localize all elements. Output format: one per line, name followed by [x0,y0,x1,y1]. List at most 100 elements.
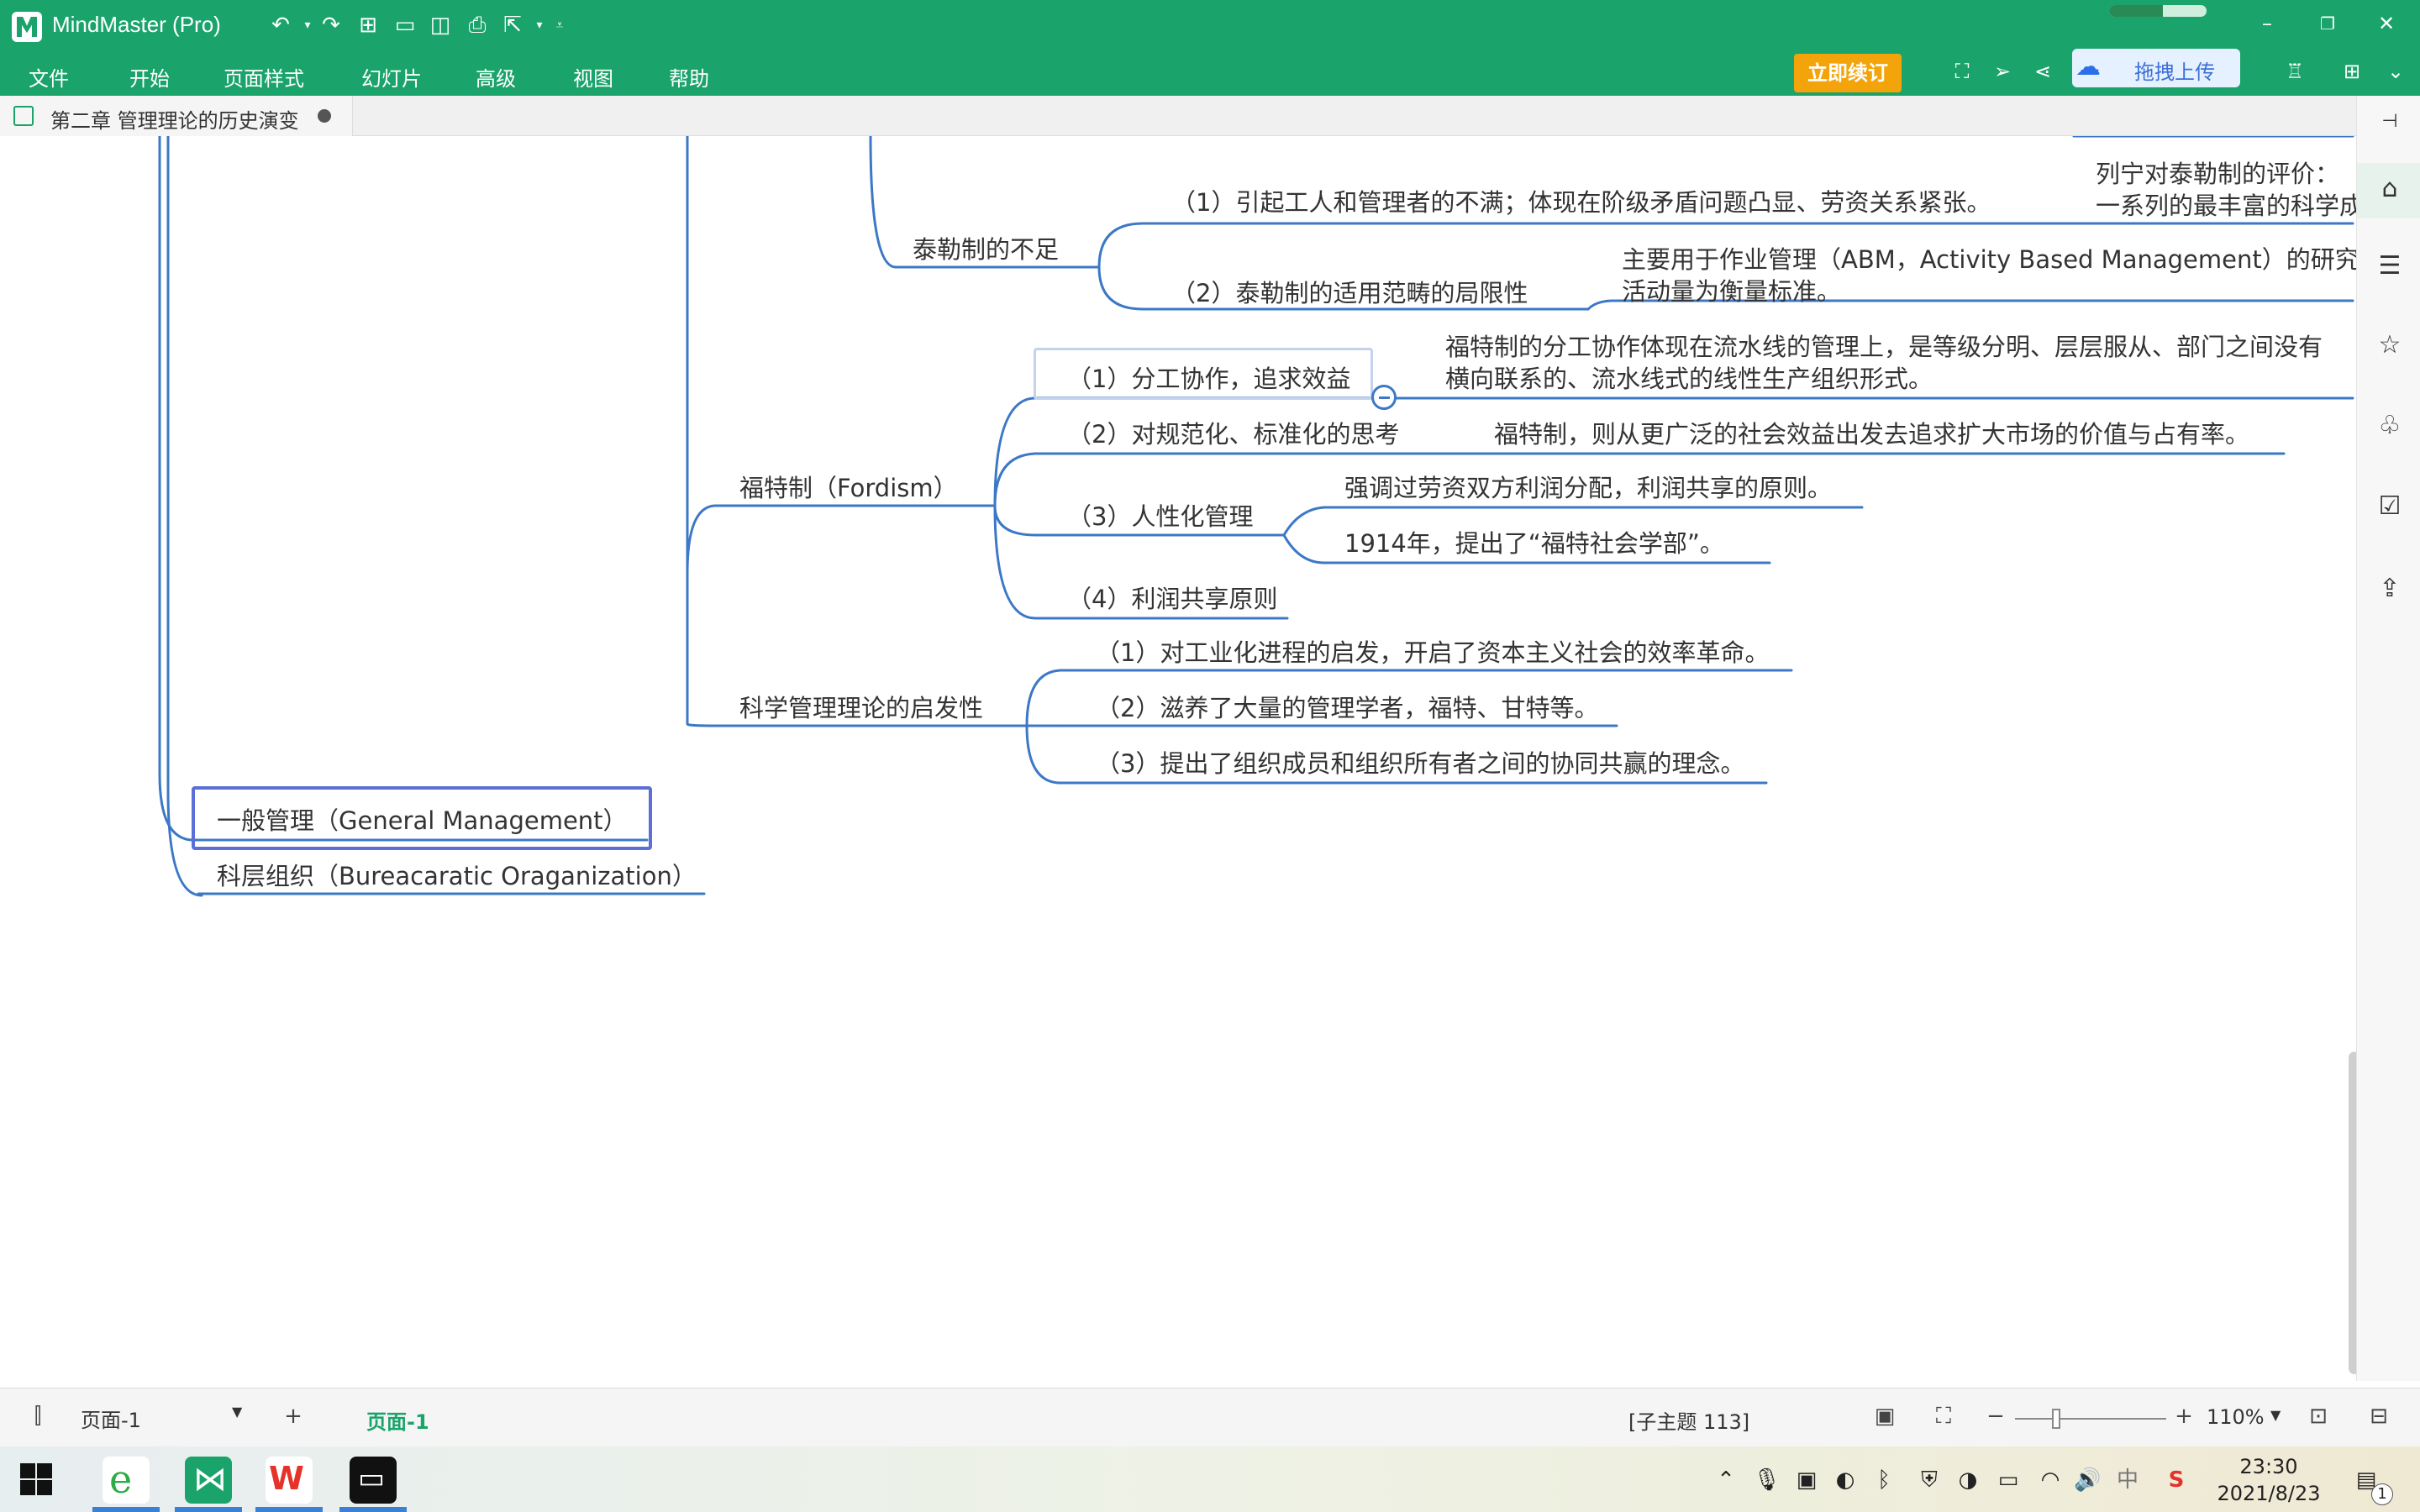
node-fordism-child-2[interactable]: （2）对规范化、标准化的思考 [1067,415,1399,450]
document-tab[interactable]: 第二章 管理理论的历史演变 [0,96,353,136]
outline-list-icon[interactable]: ☰ [2375,252,2404,281]
share-icon[interactable]: ⋖ [2030,59,2055,84]
format-brush-icon[interactable]: ⌂ [2375,175,2404,203]
collapse-ribbon-icon[interactable]: ⌄ [2383,59,2408,84]
send-icon[interactable]: ➢ [1990,59,2015,84]
redo-icon[interactable]: ↷ [318,12,345,39]
zoom-slider[interactable] [2015,1418,2166,1420]
menu-view[interactable]: 视图 [573,62,613,92]
open-folder-icon[interactable]: ▭ [392,12,418,39]
theme-icon[interactable]: ♖ [2282,59,2307,84]
page-list-icon[interactable]: ⫿ [25,1404,50,1429]
export-icon[interactable]: ⇱ [499,12,526,39]
show-hidden-icons-icon[interactable]: ⌃ [1712,1467,1739,1494]
undo-icon[interactable]: ↶ [267,12,294,39]
node-lenin-line1[interactable]: 列宁对泰勒制的评价： [2096,155,2339,190]
mark-icon[interactable]: ♧ [2375,412,2404,440]
task-icon[interactable]: ☑ [2375,492,2404,521]
zoom-level[interactable]: 110% [2207,1405,2265,1429]
menu-page-style[interactable]: 页面样式 [224,62,304,92]
node-fordism[interactable]: 福特制（Fordism） [739,469,958,504]
fullscreen-icon[interactable]: ⛶ [1949,59,1975,84]
new-file-icon[interactable]: ⊞ [355,12,381,39]
fit-window-icon[interactable]: ⊡ [2306,1404,2331,1429]
node-inspiration-child-1[interactable]: （1）对工业化进程的启发，开启了资本主义社会的效率革命。 [1096,633,1769,669]
pin-icon[interactable]: ⊣ [2375,108,2404,136]
zoom-out-icon[interactable]: − [1983,1404,2008,1429]
battery-icon[interactable]: ▭ [1995,1467,2022,1494]
wifi-icon[interactable]: ◠ [2037,1467,2064,1494]
input-method-icon[interactable]: S [2163,1467,2190,1494]
menu-slideshow[interactable]: 幻灯片 [361,62,422,92]
ie-browser-icon[interactable]: e [103,1457,150,1504]
publish-icon[interactable]: ⇪ [2375,575,2404,603]
fit-page-icon[interactable]: ▣ [1872,1404,1897,1429]
node-inspiration-child-3[interactable]: （3）提出了组织成员和组织所有者之间的协同共赢的理念。 [1096,744,1744,780]
close-button[interactable]: ✕ [2368,7,2405,40]
right-panel-bar: ⊣ ⌂ ☰ ☆ ♧ ☑ ⇪ [2356,96,2420,1381]
clipart-icon[interactable]: ☆ [2375,331,2404,360]
zoom-dropdown-icon[interactable]: ▼ [2270,1407,2281,1423]
node-inspiration-child-2[interactable]: （2）滋养了大量的管理学者，福特、甘特等。 [1096,689,1598,724]
menu-start[interactable]: 开始 [129,62,170,92]
print-icon[interactable]: ⎙ [464,12,491,39]
volume-icon[interactable]: 🔊 [2074,1467,2101,1494]
system-clock[interactable]: 23:30 2021/8/23 [2210,1453,2328,1507]
node-inspiration[interactable]: 科学管理理论的启发性 [739,689,983,724]
node-fordism-child-3[interactable]: （3）人性化管理 [1067,497,1253,533]
subtopic-count: [子主题 113] [1628,1410,1750,1434]
wps-office-icon[interactable]: W [266,1457,313,1504]
node-fordism-child-1[interactable]: （1）分工协作，追求效益 [1067,360,1350,395]
collapse-panel-icon[interactable]: ⊟ [2366,1404,2391,1429]
microphone-icon[interactable]: 🎙 [1753,1467,1781,1494]
menu-advanced[interactable]: 高级 [476,62,516,92]
collapse-toggle-icon[interactable] [1371,385,1397,410]
node-general-management[interactable]: 一般管理（General Management） [217,801,628,837]
node-fordism-child-4[interactable]: （4）利润共享原则 [1067,580,1277,615]
upload-label[interactable]: 拖拽上传 [2134,55,2215,85]
camera-app-icon[interactable]: ▭ [350,1457,397,1504]
save-icon[interactable]: ◫ [427,12,454,39]
camera-active-indicator [339,1507,407,1512]
node-bureaucratic-organization[interactable]: 科层组织（Bureacaratic Oraganization） [217,857,697,892]
screen-capture-icon[interactable]: ▣ [1793,1467,1820,1494]
windows-start-icon[interactable] [18,1462,54,1497]
menu-help[interactable]: 帮助 [669,62,709,92]
note-fordism-child-1-line2: 横向联系的、流水线式的线性生产组织形式。 [1445,365,1933,393]
zoom-in-icon[interactable]: + [2171,1404,2196,1429]
mindmap-canvas[interactable]: 泰勒制的不足 （1）引起工人和管理者的不满；体现在阶级矛盾问题凸显、劳资关系紧张… [0,136,2356,1381]
clock-time: 23:30 [2239,1455,2298,1478]
add-page-icon[interactable]: + [281,1404,306,1429]
menu-file[interactable]: 文件 [29,62,69,92]
tab-page-1[interactable]: 页面-1 [366,1405,429,1435]
connector-taylor-2-note [1586,299,1615,311]
ime-indicator[interactable]: 中 [2114,1467,2141,1494]
baidu-cloud-icon: ☁ [2075,52,2101,81]
restore-button[interactable]: ❐ [2309,7,2346,40]
connector-fordism-3 [993,504,1037,537]
wps-active-indicator [255,1507,323,1512]
bluetooth-icon[interactable]: ᛒ [1870,1467,1897,1494]
security-shield-icon[interactable]: ⛨ [1916,1467,1943,1494]
sync-tray-icon[interactable]: ◑ [1954,1467,1981,1494]
node-fordism-child-3-sub-1[interactable]: 强调过劳资双方利润分配，利润共享的原则。 [1344,469,1832,504]
page-select[interactable]: 页面-1 ▼ [81,1400,249,1434]
vertical-scrollbar[interactable] [2349,1052,2356,1374]
node-taylor-child-1[interactable]: （1）引起工人和管理者的不满；体现在阶级矛盾问题凸显、劳资关系紧张。 [1171,183,1991,218]
apps-grid-icon[interactable]: ⊞ [2339,59,2365,84]
unsaved-indicator-icon[interactable] [318,109,331,123]
fullscreen-view-icon[interactable]: ⛶ [1931,1404,1956,1429]
node-taylor-child-2[interactable]: （2）泰勒制的适用范畴的局限性 [1171,274,1528,309]
browser-tray-icon[interactable]: ◐ [1832,1467,1859,1494]
zoom-slider-thumb[interactable] [2051,1409,2060,1429]
mindmaster-taskbar-icon[interactable]: ⋈ [185,1457,232,1504]
customize-toolbar-icon[interactable]: ⩡ [546,12,573,39]
node-taylor-shortcomings[interactable]: 泰勒制的不足 [913,230,1059,265]
note-taylor-child-2-line2: 活动量为衡量标准。 [1622,277,1842,306]
connector-inspiration-1 [1025,669,1062,727]
renew-button[interactable]: 立即续订 [1794,54,1902,92]
minimize-button[interactable]: – [2249,7,2286,40]
status-bar: ⫿ 页面-1 ▼ + 页面-1 [子主题 113] ▣ ⛶ − + 110% ▼… [0,1388,2420,1446]
node-fordism-child-3-sub-2[interactable]: 1914年，提出了“福特社会学部”。 [1344,524,1724,559]
connector-taylor [869,136,897,269]
